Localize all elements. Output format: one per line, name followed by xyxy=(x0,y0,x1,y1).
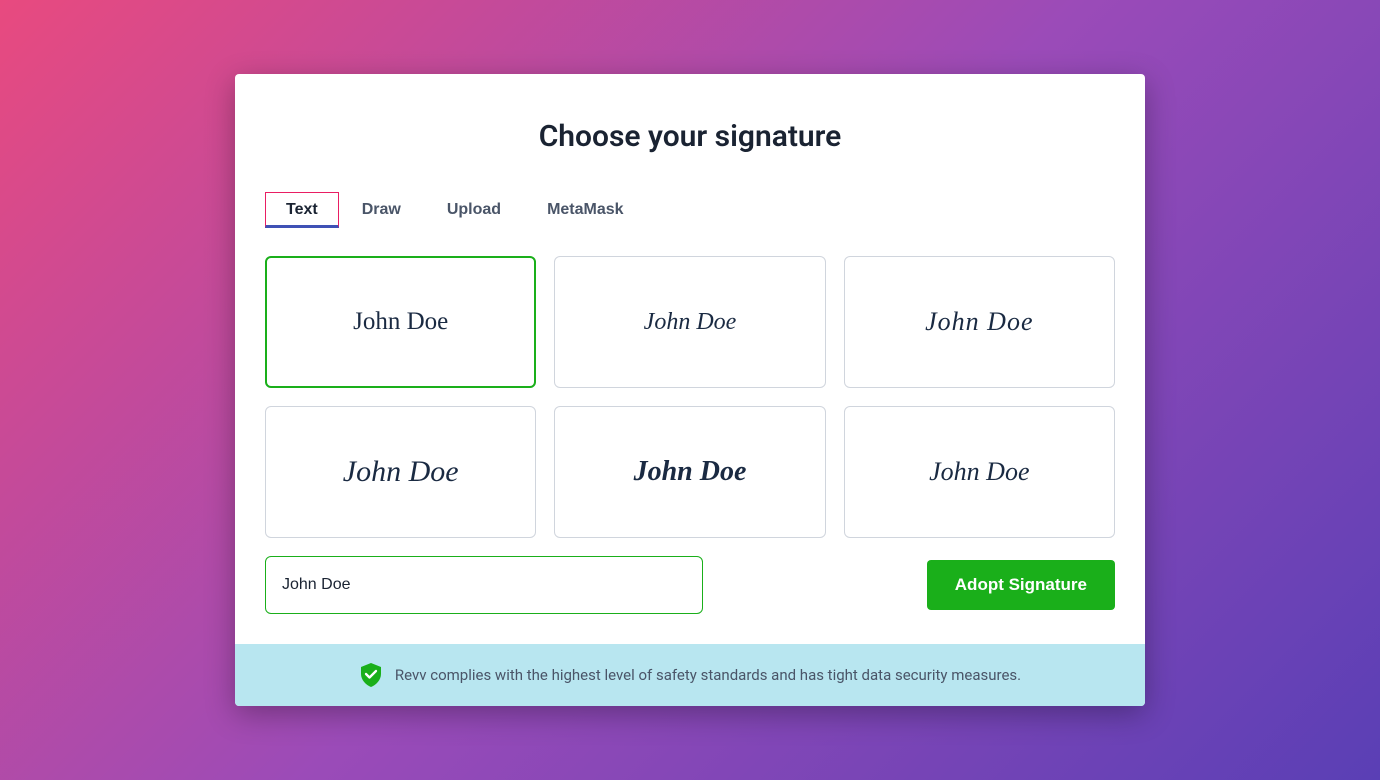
signature-option-3[interactable]: John Doe xyxy=(844,256,1115,388)
signature-label: John Doe xyxy=(353,308,448,336)
signature-label: John Doe xyxy=(634,456,747,488)
signature-modal: Choose your signature Text Draw Upload M… xyxy=(235,74,1145,706)
signature-option-5[interactable]: John Doe xyxy=(554,406,825,538)
bottom-row: Adopt Signature xyxy=(265,556,1115,614)
compliance-text: Revv complies with the highest level of … xyxy=(395,666,1021,684)
tab-metamask[interactable]: MetaMask xyxy=(524,192,646,228)
signature-name-input[interactable] xyxy=(265,556,703,614)
signature-option-1[interactable]: John Doe xyxy=(265,256,536,388)
signature-label: John Doe xyxy=(343,455,459,489)
tabs: Text Draw Upload MetaMask xyxy=(265,192,1115,228)
page-title: Choose your signature xyxy=(265,119,1115,154)
signature-label: John Doe xyxy=(644,309,737,336)
signature-option-2[interactable]: John Doe xyxy=(554,256,825,388)
signature-label: John Doe xyxy=(925,307,1033,337)
signature-label: John Doe xyxy=(929,457,1029,487)
compliance-footer: Revv complies with the highest level of … xyxy=(235,644,1145,706)
tab-upload[interactable]: Upload xyxy=(424,192,524,228)
signature-grid: John Doe John Doe John Doe John Doe John… xyxy=(265,256,1115,538)
tab-draw[interactable]: Draw xyxy=(339,192,424,228)
tab-text[interactable]: Text xyxy=(265,192,339,228)
signature-option-6[interactable]: John Doe xyxy=(844,406,1115,538)
signature-option-4[interactable]: John Doe xyxy=(265,406,536,538)
modal-content: Choose your signature Text Draw Upload M… xyxy=(235,74,1145,644)
shield-check-icon xyxy=(359,662,383,688)
adopt-signature-button[interactable]: Adopt Signature xyxy=(927,560,1115,610)
